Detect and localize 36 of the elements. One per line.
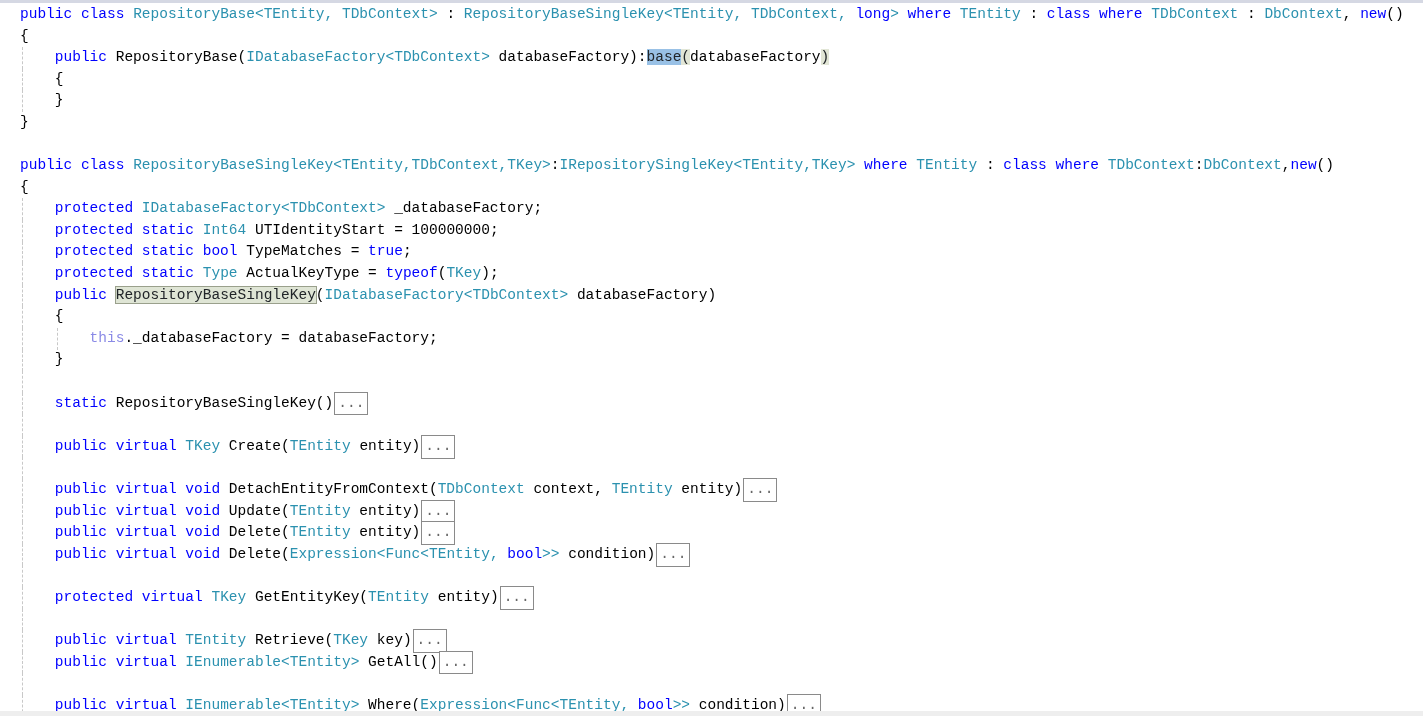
code-line: } [20,112,29,132]
collapsed-code-button[interactable]: ... [334,391,369,416]
code-line: protected static Int64 UTIdentityStart = 100000000; [54,220,499,240]
code-line: protected virtual TKey GetEntityKey(TEntity entity) [54,587,499,607]
collapsed-code-button[interactable]: ... [421,521,456,545]
code-line: public virtual void DetachEntityFromContext(TDbContext context, TEntity entity) [54,480,743,499]
code-line: public virtual void Delete(Expression<Func<TEntity, bool>> condition) [54,544,656,564]
code-line: protected static bool TypeMatches = true; [54,242,412,262]
code-line: public class RepositoryBaseSingleKey<TEntity,TDbContext,TKey>:IRepositorySingleKey<TEntity,TKey> where TEntity : class where TDbContext:DbContext,new() [20,156,1334,176]
collapsed-code-button[interactable]: ... [421,434,456,459]
code-line: protected static Type ActualKeyType = typeof(TKey); [54,264,499,284]
code-line: public virtual void Update(TEntity entity) [54,501,421,521]
code-line: { [54,69,64,89]
code-line: static RepositoryBaseSingleKey() [54,393,334,413]
collapsed-code-button[interactable]: ... [499,585,534,610]
code-line: { [54,307,64,327]
code-line: public virtual IEnumerable<TEntity> GetAll() [54,652,438,672]
collapsed-code-button[interactable]: ... [743,478,778,502]
collapsed-code-button[interactable]: ... [656,542,691,567]
code-line: public class RepositoryBase<TEntity, TDbContext> : RepositoryBaseSingleKey<TEntity, TDbContext, long> where TEntity : class where TDbContext : DbContext, new() [20,4,1404,24]
collapsed-code-button[interactable]: ... [438,650,473,675]
code-line: public virtual IEnumerable<TEntity> Where(Expression<Func<TEntity, bool>> condition) [54,695,786,711]
code-line: { [20,177,29,197]
code-line: public virtual TKey Create(TEntity entity) [54,436,421,456]
code-line: public RepositoryBaseSingleKey(IDatabaseFactory<TDbContext> databaseFactory) [54,285,717,305]
code-line: } [54,350,64,370]
code-line: public RepositoryBase(IDatabaseFactory<TDbContext> databaseFactory):base(databaseFactory) [54,48,830,68]
code-line: } [54,91,64,111]
code-line: protected IDatabaseFactory<TDbContext> _databaseFactory; [54,199,543,219]
code-line: this._databaseFactory = databaseFactory; [89,328,438,348]
code-line: public virtual void Delete(TEntity entity) [54,523,421,543]
code-line: public virtual TEntity Retrieve(TKey key) [54,631,412,651]
collapsed-code-button[interactable]: ... [786,693,821,711]
collapsed-code-button[interactable]: ... [421,499,456,524]
code-line: { [20,26,29,46]
collapsed-code-button[interactable]: ... [412,629,447,653]
